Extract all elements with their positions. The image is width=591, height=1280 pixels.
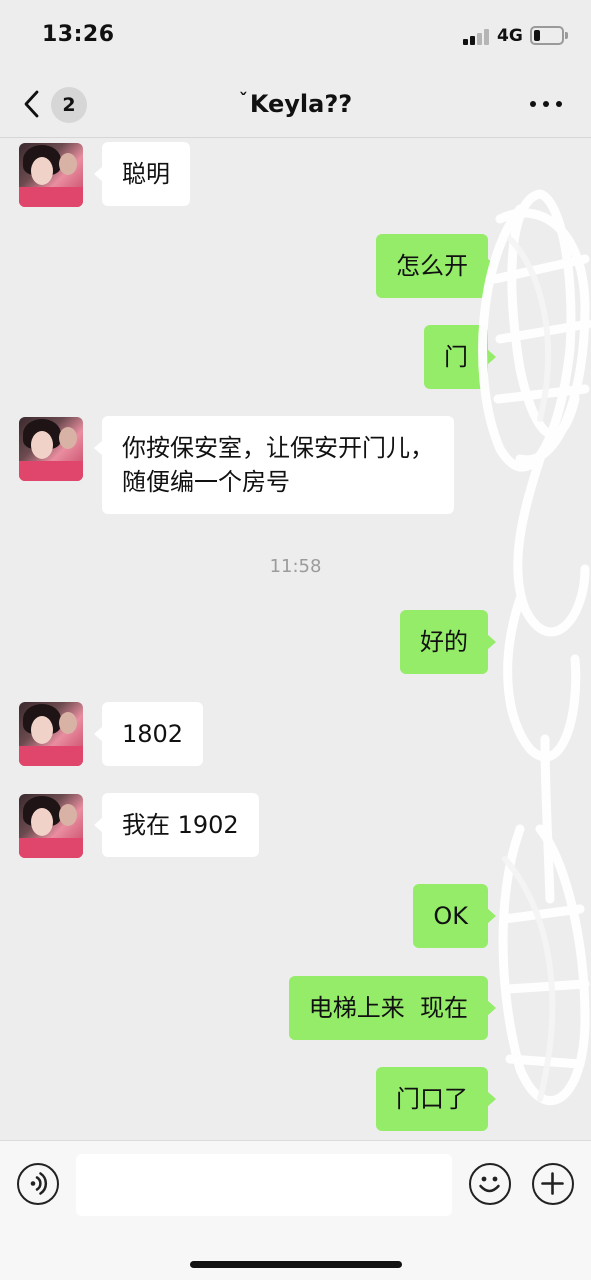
emoji-icon[interactable] — [469, 1163, 511, 1205]
voice-icon[interactable] — [17, 1163, 59, 1205]
smiley-face-icon — [479, 1176, 500, 1193]
status-bar: 13:26 4G — [0, 0, 591, 70]
message-bubble-incoming[interactable]: 聪明 — [94, 142, 190, 206]
message-bubble-incoming[interactable]: 你按保安室，让保安开门儿， 随便编一个房号 — [94, 416, 454, 514]
message-bubble-outgoing[interactable]: 门口了 — [376, 1067, 496, 1131]
voice-wave-icon — [30, 1172, 48, 1195]
more-dots-icon[interactable] — [528, 90, 564, 118]
avatar[interactable] — [19, 417, 83, 481]
avatar[interactable] — [19, 702, 83, 766]
plus-sign-icon — [541, 1172, 564, 1195]
avatar[interactable] — [19, 143, 83, 207]
title-suffix: ?? — [324, 90, 353, 118]
message-bubble-outgoing[interactable]: OK — [413, 884, 496, 948]
input-bar — [0, 1140, 591, 1280]
message-bubble-outgoing[interactable]: 电梯上来 现在 — [288, 976, 497, 1040]
timestamp: 11:58 — [269, 556, 322, 577]
message-bubble-incoming[interactable]: 我在 1902 — [94, 793, 259, 857]
contact-name: Keyla — [249, 90, 325, 118]
network-label: 4G — [497, 26, 523, 46]
message-input[interactable] — [76, 1154, 452, 1216]
title-mark: ˇ — [238, 90, 248, 111]
signal-icon — [463, 29, 491, 45]
avatar[interactable] — [19, 794, 83, 858]
message-bubble-incoming[interactable]: 1802 — [93, 702, 204, 766]
chat-title[interactable]: ˇKeyla?? — [0, 90, 591, 118]
home-indicator — [190, 1261, 402, 1268]
message-list[interactable]: 聪明 怎么开 门 你按保安室，让保安开门儿， 随便编一个房号 11:58 好的 … — [0, 139, 591, 1140]
battery-tip — [565, 32, 568, 39]
message-bubble-outgoing[interactable]: 好的 — [400, 610, 496, 674]
nav-bar: 2 ˇKeyla?? — [0, 70, 591, 138]
battery-icon — [530, 26, 564, 45]
plus-icon[interactable] — [532, 1163, 574, 1205]
message-bubble-outgoing[interactable]: 怎么开 — [376, 234, 496, 298]
message-bubble-outgoing[interactable]: 门 — [424, 325, 496, 389]
status-time: 13:26 — [42, 22, 115, 47]
